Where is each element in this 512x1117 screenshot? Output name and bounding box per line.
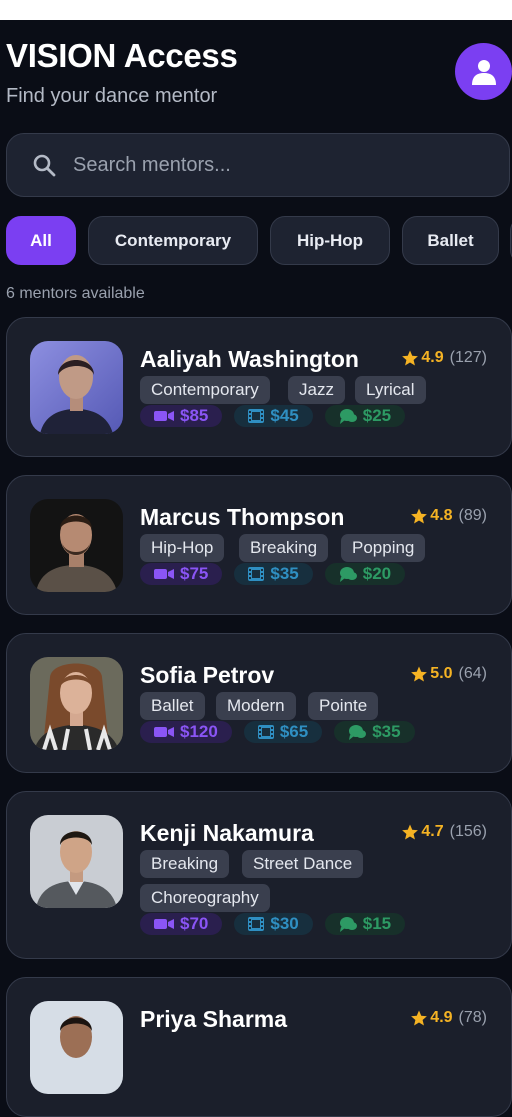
video-price[interactable]: $75 xyxy=(140,563,223,585)
style-tag: Street Dance xyxy=(242,850,364,878)
video-price[interactable]: $85 xyxy=(140,405,223,427)
rating-score: 4.9 xyxy=(421,349,444,366)
filter-chip-contemporary[interactable]: Contemporary xyxy=(88,216,258,265)
mentor-photo xyxy=(30,499,123,592)
film-price[interactable]: $45 xyxy=(234,405,313,427)
film-icon xyxy=(248,409,265,423)
rating-score: 5.0 xyxy=(430,665,453,682)
filter-chip-hip-hop[interactable]: Hip-Hop xyxy=(270,216,390,265)
filter-chip-ballet[interactable]: Ballet xyxy=(402,216,499,265)
style-tag: Modern xyxy=(216,692,296,720)
app-title: VISION Access xyxy=(6,37,238,74)
star-icon xyxy=(402,350,419,366)
mentor-card[interactable]: Sofia Petrov 5.0 (64) Ballet Modern Poin… xyxy=(6,633,512,773)
mentor-name: Kenji Nakamura xyxy=(140,820,314,846)
mentor-card[interactable]: Marcus Thompson 4.8 (89) Hip-Hop Breakin… xyxy=(6,475,512,615)
chat-price[interactable]: $15 xyxy=(324,913,406,935)
star-icon xyxy=(402,824,419,840)
video-camera-icon xyxy=(154,569,174,579)
style-tag: Contemporary xyxy=(140,376,270,404)
style-tag: Jazz xyxy=(288,376,345,404)
user-icon xyxy=(471,59,496,85)
mentor-name: Marcus Thompson xyxy=(140,504,345,530)
search-input[interactable] xyxy=(71,152,455,178)
style-tag: Lyrical xyxy=(355,376,426,404)
price-row: $120 $65 $35 xyxy=(140,721,427,743)
film-price[interactable]: $30 xyxy=(234,913,313,935)
film-icon xyxy=(257,725,274,739)
style-tag: Breaking xyxy=(239,534,329,562)
chat-bubble-icon xyxy=(349,725,367,740)
mentor-card[interactable]: Aaliyah Washington 4.9 (127) Contemporar… xyxy=(6,317,512,457)
chat-bubble-icon xyxy=(339,567,357,582)
top-strip xyxy=(0,0,512,20)
style-tag: Pointe xyxy=(308,692,379,720)
style-tag: Breaking xyxy=(140,850,230,878)
film-price[interactable]: $65 xyxy=(243,721,323,743)
rating-score: 4.7 xyxy=(421,823,444,840)
video-camera-icon xyxy=(154,919,174,929)
style-tag: Hip-Hop xyxy=(140,534,225,562)
mentor-photo xyxy=(30,657,123,750)
video-camera-icon xyxy=(154,727,174,737)
star-icon xyxy=(411,508,428,524)
video-price[interactable]: $70 xyxy=(140,913,223,935)
rating-score: 4.8 xyxy=(430,507,453,524)
rating: 5.0 (64) xyxy=(410,665,487,683)
review-count: (64) xyxy=(458,665,487,682)
review-count: (156) xyxy=(449,823,487,840)
price-row: $75 $35 $20 xyxy=(140,563,417,585)
chat-price[interactable]: $25 xyxy=(324,405,406,427)
rating-score: 4.9 xyxy=(430,1009,453,1026)
filter-chips: All Contemporary Hip-Hop Ballet xyxy=(6,216,512,266)
search-bar[interactable] xyxy=(6,133,510,197)
price-row: $85 $45 $25 xyxy=(140,405,417,427)
star-icon xyxy=(411,1010,428,1026)
rating: 4.8 (89) xyxy=(410,507,487,525)
film-icon xyxy=(248,917,265,931)
film-price[interactable]: $35 xyxy=(234,563,313,585)
rating: 4.9 (127) xyxy=(401,349,487,367)
mentor-name: Priya Sharma xyxy=(140,1006,288,1032)
mentor-photo xyxy=(30,341,123,434)
chat-price[interactable]: $35 xyxy=(334,721,415,743)
mentor-photo xyxy=(30,815,123,908)
mentor-name: Sofia Petrov xyxy=(140,662,275,688)
review-count: (127) xyxy=(449,349,487,366)
rating: 4.9 (78) xyxy=(410,1009,487,1027)
style-tag: Ballet xyxy=(140,692,205,720)
mentor-card[interactable]: Kenji Nakamura 4.7 (156) Breaking Street… xyxy=(6,791,512,959)
mentor-count: 6 mentors available xyxy=(6,285,145,302)
price-row: $70 $30 $15 xyxy=(140,913,417,935)
video-camera-icon xyxy=(154,411,174,421)
mentor-name: Aaliyah Washington xyxy=(140,346,359,372)
chat-bubble-icon xyxy=(339,917,357,932)
film-icon xyxy=(248,567,265,581)
profile-button[interactable] xyxy=(455,43,512,100)
app-subtitle: Find your dance mentor xyxy=(6,85,218,107)
mentor-card[interactable]: Priya Sharma 4.9 (78) xyxy=(6,977,512,1117)
review-count: (89) xyxy=(458,507,487,524)
style-tag: Choreography xyxy=(140,884,270,912)
mentor-photo xyxy=(30,1001,123,1094)
video-price[interactable]: $120 xyxy=(140,721,232,743)
star-icon xyxy=(411,666,428,682)
rating: 4.7 (156) xyxy=(401,823,487,841)
filter-chip-all[interactable]: All xyxy=(6,216,76,265)
style-tag: Popping xyxy=(341,534,426,562)
chat-price[interactable]: $20 xyxy=(324,563,406,585)
search-icon xyxy=(33,154,56,177)
chat-bubble-icon xyxy=(339,409,357,424)
review-count: (78) xyxy=(458,1009,487,1026)
